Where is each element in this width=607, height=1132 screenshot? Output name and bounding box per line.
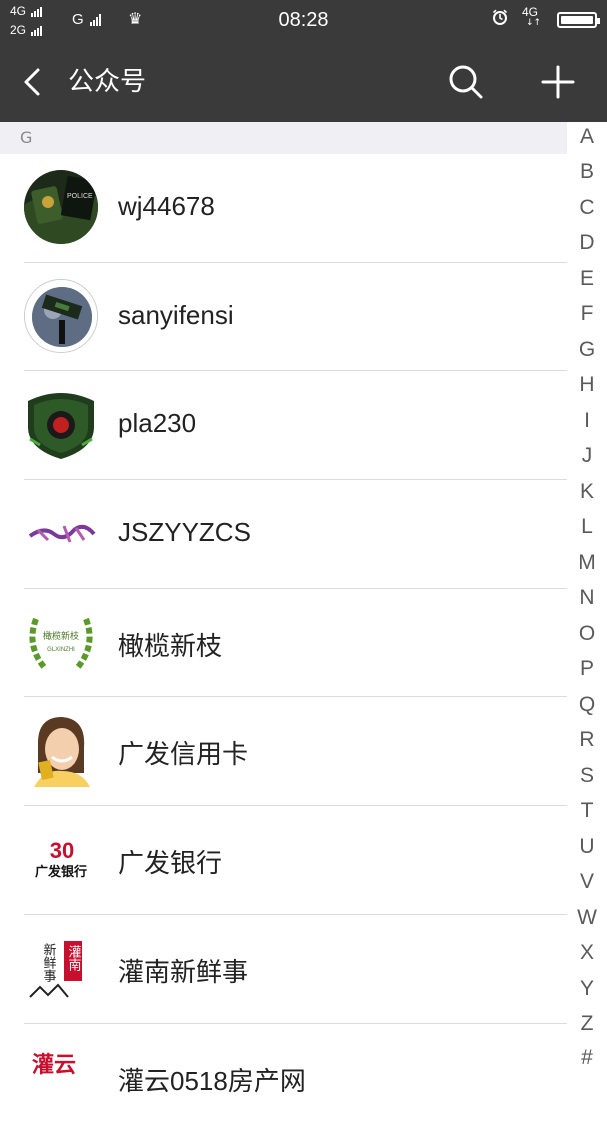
- title-bar: 公众号: [0, 42, 607, 122]
- avatar: 30 广发银行: [24, 822, 98, 896]
- alphabet-index: A B C D E F G H I J K L M N O P Q R S T …: [567, 122, 607, 1080]
- index-letter[interactable]: S: [567, 764, 607, 788]
- account-name: 灌云0518房产网: [118, 1061, 306, 1098]
- cgb-bank: 广发银行: [35, 864, 87, 880]
- index-letter[interactable]: T: [567, 799, 607, 823]
- search-icon[interactable]: [446, 62, 486, 102]
- data-arrows-icon: ↓↑: [526, 18, 541, 28]
- status-bar: 4G 2G G ♛ 08:28 4G ↓↑: [0, 0, 607, 42]
- index-letter[interactable]: C: [567, 196, 607, 220]
- avatar: [24, 387, 98, 461]
- account-name: wj44678: [118, 191, 215, 222]
- index-letter[interactable]: E: [567, 267, 607, 291]
- clock: 08:28: [0, 9, 607, 32]
- avatar: [24, 713, 98, 787]
- data-type: 4G: [522, 5, 538, 19]
- guannan-seal: 灌南: [66, 945, 82, 971]
- moon-badge-icon: [25, 280, 98, 353]
- account-list: POLICE wj44678 sanyifensi: [0, 154, 567, 1132]
- avatar: [24, 496, 98, 570]
- account-name: 灌南新鲜事: [118, 952, 248, 989]
- section-letter: G: [20, 128, 32, 147]
- cgb-logo-icon: 30 广发银行: [24, 822, 98, 896]
- account-name: 广发银行: [118, 843, 222, 880]
- calligraphy-seal-icon: 新鲜事 灌南: [24, 931, 98, 1005]
- index-letter[interactable]: B: [567, 160, 607, 184]
- army-shield-icon: [24, 387, 98, 461]
- alarm-clock-icon: [492, 9, 508, 25]
- avatar: 灌云: [24, 1040, 98, 1114]
- police-label: POLICE: [67, 193, 93, 200]
- laurel-wreath-icon: 橄榄新枝 GLXINZHI: [24, 605, 98, 679]
- brand-text: 橄榄新枝: [43, 630, 79, 642]
- list-item[interactable]: JSZYYZCS: [0, 480, 567, 589]
- page-title: 公众号: [68, 64, 146, 100]
- list-item[interactable]: 30 广发银行 广发银行: [0, 806, 567, 915]
- cgb-number: 30: [50, 838, 74, 863]
- guannan-text: 新鲜事: [41, 942, 57, 982]
- list-item[interactable]: 橄榄新枝 GLXINZHI 橄榄新枝: [0, 589, 567, 698]
- chat-bubble-icon: [470, 1043, 494, 1063]
- index-letter[interactable]: K: [567, 480, 607, 504]
- index-letter[interactable]: F: [567, 302, 607, 326]
- index-letter[interactable]: D: [567, 231, 607, 255]
- plus-icon[interactable]: [538, 62, 578, 102]
- account-name: 广发信用卡: [118, 734, 248, 771]
- index-letter[interactable]: J: [567, 444, 607, 468]
- avatar: 橄榄新枝 GLXINZHI: [24, 605, 98, 679]
- watermark: 悟空问答: [470, 1040, 590, 1070]
- account-name: sanyifensi: [118, 300, 234, 331]
- list-item[interactable]: sanyifensi: [0, 263, 567, 372]
- index-letter[interactable]: P: [567, 657, 607, 681]
- index-letter[interactable]: V: [567, 870, 607, 894]
- avatar: POLICE: [24, 170, 98, 244]
- list-item[interactable]: POLICE wj44678: [0, 154, 567, 263]
- back-arrow-icon[interactable]: [18, 64, 52, 100]
- guanyun-logo-icon: 灌云: [24, 1040, 98, 1114]
- avatar: [24, 279, 98, 353]
- account-name: 橄榄新枝: [118, 626, 222, 663]
- index-letter[interactable]: Y: [567, 977, 607, 1001]
- index-letter[interactable]: H: [567, 373, 607, 397]
- police-badge-icon: POLICE: [24, 170, 98, 244]
- index-letter[interactable]: W: [567, 906, 607, 930]
- index-letter[interactable]: M: [567, 551, 607, 575]
- list-item[interactable]: 新鲜事 灌南 灌南新鲜事: [0, 915, 567, 1024]
- calligraphy-logo-icon: [24, 496, 98, 570]
- index-letter[interactable]: I: [567, 409, 607, 433]
- section-header: G: [0, 122, 607, 154]
- index-letter[interactable]: L: [567, 515, 607, 539]
- battery-icon: [557, 12, 597, 28]
- index-letter[interactable]: A: [567, 125, 607, 149]
- watermark-text: 悟空问答: [500, 1044, 564, 1068]
- woman-photo-icon: [24, 713, 98, 787]
- guanyun-text: 灌云: [32, 1052, 76, 1078]
- index-letter[interactable]: U: [567, 835, 607, 859]
- index-letter[interactable]: N: [567, 586, 607, 610]
- index-letter[interactable]: X: [567, 941, 607, 965]
- index-letter[interactable]: R: [567, 728, 607, 752]
- brand-latin: GLXINZHI: [47, 647, 75, 653]
- index-letter[interactable]: Q: [567, 693, 607, 717]
- index-letter[interactable]: G: [567, 338, 607, 362]
- index-letter[interactable]: O: [567, 622, 607, 646]
- list-item[interactable]: 广发信用卡: [0, 697, 567, 806]
- avatar: 新鲜事 灌南: [24, 931, 98, 1005]
- account-name: JSZYYZCS: [118, 517, 251, 548]
- index-letter[interactable]: Z: [567, 1012, 607, 1036]
- list-item[interactable]: pla230: [0, 371, 567, 480]
- account-name: pla230: [118, 408, 196, 439]
